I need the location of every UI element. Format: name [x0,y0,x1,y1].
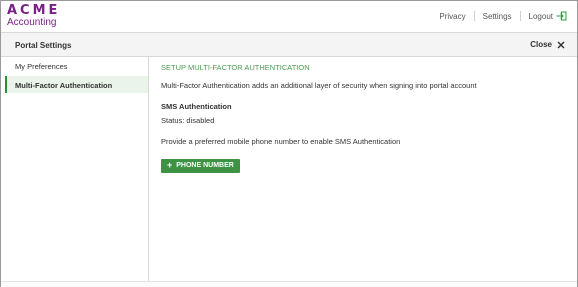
portal-settings-header: Portal Settings Close [1,32,577,57]
mfa-description: Multi-Factor Authentication adds an addi… [161,81,477,90]
settings-sidebar: My Preferences Multi-Factor Authenticati… [5,57,149,281]
nav-divider [519,11,521,21]
close-label: Close [530,40,552,49]
logout-icon [556,11,567,21]
acme-logo: ACME Accounting [7,4,60,28]
logout-label: Logout [528,11,553,21]
sidebar-item-label: My Preferences [15,62,68,71]
top-header: ACME Accounting Privacy Settings Logout [1,1,577,31]
phone-number-button-label: PHONE NUMBER [176,162,234,169]
sidebar-item-label: Multi-Factor Authentication [15,81,113,90]
sidebar-item-multi-factor-authentication[interactable]: Multi-Factor Authentication [5,76,148,93]
logout-link[interactable]: Logout [529,11,567,21]
app-window: ACME Accounting Privacy Settings Logout [0,0,578,287]
settings-link[interactable]: Settings [483,12,512,21]
top-navigation: Privacy Settings Logout [439,11,567,21]
page-title: Portal Settings [15,41,72,50]
sidebar-item-my-preferences[interactable]: My Preferences [5,57,148,74]
bottom-border [1,281,577,287]
sms-authentication-heading: SMS Authentication [161,102,232,111]
logo-line-1: ACME [7,3,61,18]
nav-divider [473,11,475,21]
main-content: SETUP MULTI-FACTOR AUTHENTICATION Multi-… [161,63,561,173]
add-phone-number-button[interactable]: + PHONE NUMBER [161,158,240,173]
logo-line-2: Accounting [7,17,57,28]
privacy-link[interactable]: Privacy [439,12,465,21]
plus-icon: + [167,160,173,170]
close-button[interactable]: Close [530,40,565,49]
close-icon [557,41,565,49]
sms-instruction: Provide a preferred mobile phone number … [161,137,401,146]
section-title: SETUP MULTI-FACTOR AUTHENTICATION [161,63,310,72]
sms-status: Status: disabled [161,116,215,125]
